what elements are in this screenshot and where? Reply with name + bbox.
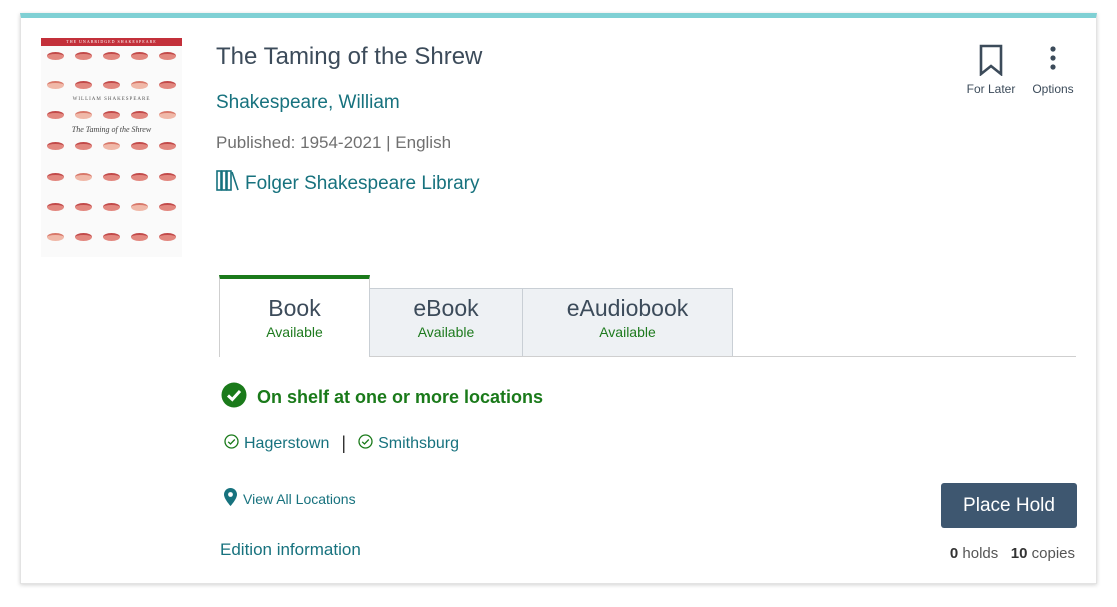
for-later-label: For Later — [966, 82, 1016, 96]
holds-label: holds — [962, 545, 999, 562]
options-label: Options — [1032, 82, 1074, 96]
result-card: THE UNABRIDGED SHAKESPEARE WILLIAM SHAKE… — [20, 13, 1097, 584]
map-pin-icon — [224, 488, 237, 509]
copies-count: 10 — [1010, 545, 1028, 562]
author-link[interactable]: Shakespeare, William — [216, 92, 400, 114]
cover-author: WILLIAM SHAKESPEARE — [72, 97, 151, 102]
tab-ebook[interactable]: eBook Available — [369, 288, 523, 356]
tab-eaudiobook[interactable]: eAudiobook Available — [522, 288, 733, 356]
library-books-icon — [216, 170, 239, 197]
location-name: Smithsburg — [378, 434, 459, 452]
location-name: Hagerstown — [244, 434, 330, 452]
availability-status: On shelf at one or more locations — [221, 382, 543, 413]
location-smithsburg[interactable]: Smithsburg — [358, 433, 459, 454]
collection-link[interactable]: Folger Shakespeare Library — [216, 170, 479, 197]
book-cover[interactable]: THE UNABRIDGED SHAKESPEARE WILLIAM SHAKE… — [41, 38, 182, 257]
check-circle-icon — [221, 382, 247, 413]
tab-book[interactable]: Book Available — [219, 275, 370, 357]
check-outline-icon — [358, 433, 373, 454]
edition-information-link[interactable]: Edition information — [220, 540, 361, 560]
bookmark-icon — [961, 44, 1021, 78]
location-divider: | — [341, 433, 347, 453]
for-later-button[interactable]: For Later — [961, 44, 1021, 96]
book-title[interactable]: The Taming of the Shrew — [216, 43, 482, 71]
format-tabs: Book Available eBook Available eAudioboo… — [219, 275, 1076, 357]
collection-label: Folger Shakespeare Library — [245, 172, 480, 194]
holds-count: 0 — [949, 545, 959, 562]
location-list: Hagerstown | Smithsburg — [224, 433, 459, 454]
availability-text: On shelf at one or more locations — [257, 387, 544, 407]
options-button[interactable]: Options — [1023, 44, 1083, 96]
location-hagerstown[interactable]: Hagerstown — [224, 433, 330, 454]
cover-band: THE UNABRIDGED SHAKESPEARE — [41, 38, 182, 46]
view-all-label: View All Locations — [243, 490, 356, 507]
published-info: Published: 1954-2021 | English — [216, 133, 452, 152]
more-vertical-icon — [1023, 44, 1083, 78]
cover-title: The Taming of the Shrew — [71, 125, 152, 134]
holds-copies-count: 0 holds 10 copies — [950, 545, 1075, 562]
check-outline-icon — [224, 433, 239, 454]
view-all-locations-link[interactable]: View All Locations — [224, 488, 356, 509]
place-hold-button[interactable]: Place Hold — [941, 483, 1077, 528]
copies-label: copies — [1031, 545, 1075, 562]
